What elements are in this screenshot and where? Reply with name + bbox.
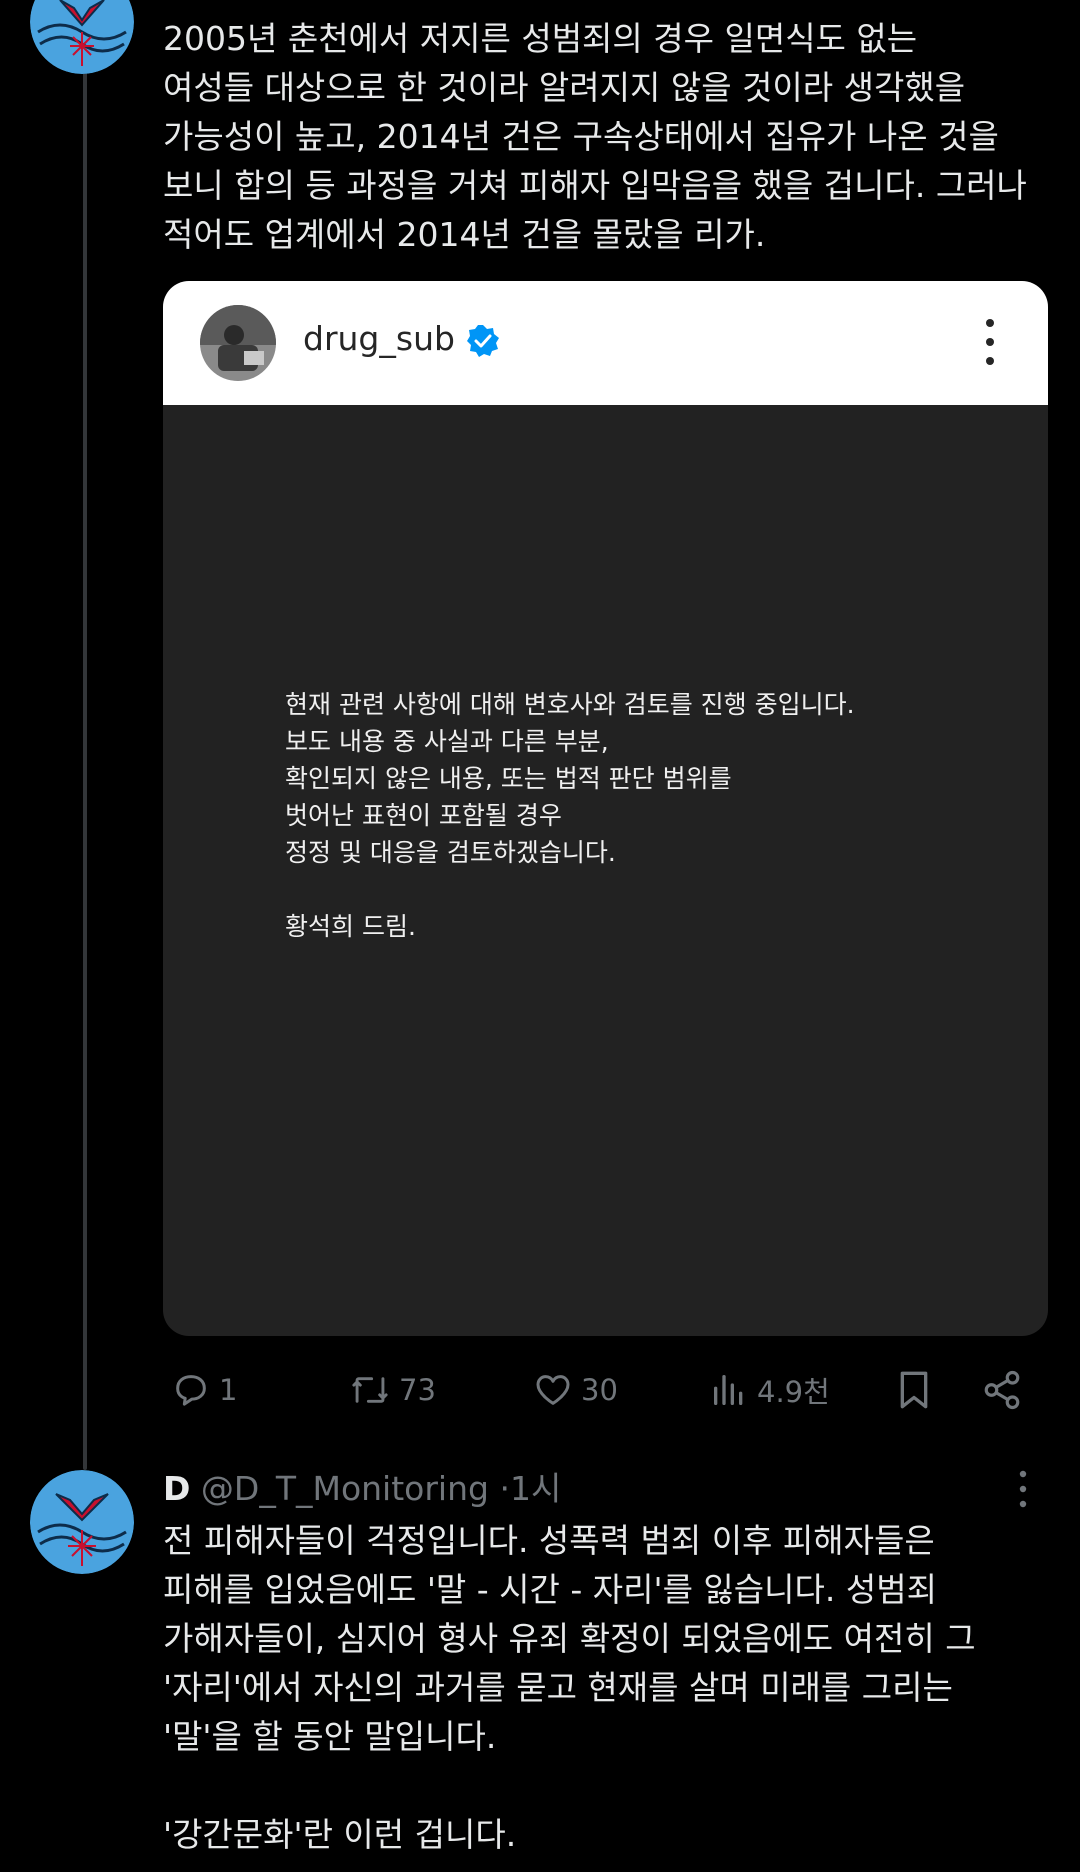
embedded-post-card[interactable]: drug_sub 현재 관련 사항에 대해 변호사와 검토를 진행 중입니다. … <box>163 281 1048 1336</box>
retweet-icon <box>352 1377 388 1403</box>
retweet-count: 73 <box>399 1373 436 1407</box>
like-count: 30 <box>581 1373 618 1407</box>
like-icon <box>536 1375 570 1405</box>
share-button[interactable] <box>981 1365 1031 1415</box>
tweet-text: 전 피해자들이 걱정입니다. 성폭력 범죄 이후 피해자들은 피해를 입었음에도… <box>163 1521 976 1854</box>
avatar[interactable] <box>30 1470 134 1574</box>
verified-badge-icon <box>467 325 499 357</box>
thread-connector-line <box>83 70 87 1470</box>
tweet-author-line: D @D_T_Monitoring ·1시 <box>163 1462 561 1510</box>
author-handle[interactable]: @D_T_Monitoring <box>201 1469 489 1508</box>
avatar[interactable] <box>30 0 134 74</box>
statement-text: 현재 관련 사항에 대해 변호사와 검토를 진행 중입니다. 보도 내용 중 사… <box>285 690 855 941</box>
post-time[interactable]: 1시 <box>510 1469 561 1508</box>
bookmark-button[interactable] <box>894 1365 942 1415</box>
views-icon <box>714 1375 743 1405</box>
bookmark-icon <box>900 1371 928 1409</box>
reply-count: 1 <box>219 1373 238 1407</box>
display-name[interactable]: D <box>163 1469 190 1508</box>
more-options-icon[interactable] <box>1018 1469 1028 1509</box>
embedded-post-header: drug_sub <box>163 281 1048 405</box>
embed-avatar[interactable] <box>200 305 276 381</box>
share-icon <box>984 1370 1020 1410</box>
embed-username[interactable]: drug_sub <box>303 319 455 358</box>
reply-icon <box>176 1375 206 1406</box>
tweet-action-bar: 1 73 30 4.9천 <box>163 1365 1043 1415</box>
meta-separator: · <box>499 1469 510 1508</box>
retweet-button[interactable]: 73 <box>349 1365 436 1415</box>
reply-button[interactable]: 1 <box>171 1365 237 1415</box>
like-button[interactable]: 30 <box>533 1365 618 1415</box>
views-button[interactable]: 4.9천 <box>709 1365 830 1415</box>
views-count: 4.9천 <box>757 1375 830 1409</box>
more-vertical-icon[interactable] <box>983 316 997 368</box>
tweet-text: 2005년 춘천에서 저지른 성범죄의 경우 일면식도 없는 여성들 대상으로 … <box>163 19 1027 254</box>
